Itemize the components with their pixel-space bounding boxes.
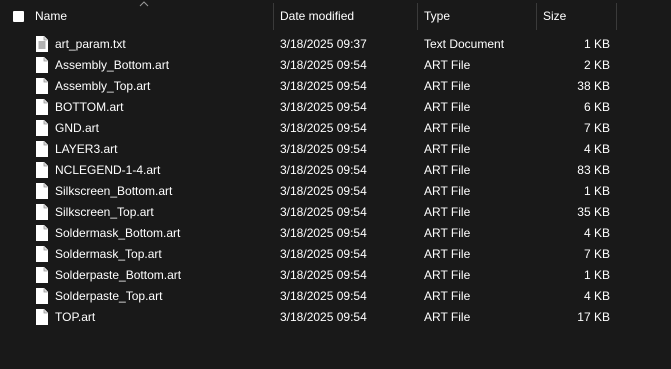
column-header-date-modified[interactable]: Date modified [280, 3, 417, 30]
file-row[interactable]: Assembly_Bottom.art 3/18/2025 09:54 ART Fi… [0, 55, 671, 76]
column-divider[interactable] [273, 3, 274, 30]
file-type: Text Document [424, 37, 505, 51]
file-date-modified: 3/18/2025 09:54 [280, 79, 367, 93]
file-row[interactable]: Solderpaste_Top.art 3/18/2025 09:54 ART Fi… [0, 286, 671, 307]
file-type: ART File [424, 121, 471, 135]
file-name: GND.art [55, 121, 100, 135]
file-date-modified: 3/18/2025 09:54 [280, 163, 367, 177]
column-divider[interactable] [616, 3, 617, 30]
file-type: ART File [424, 268, 471, 282]
file-icon [36, 183, 48, 199]
file-size: 1 KB [583, 37, 610, 51]
column-header-name[interactable]: Name [35, 3, 273, 30]
file-size: 6 KB [583, 100, 610, 114]
column-header-row: Name Date modified Type Size [0, 3, 671, 30]
file-name: Soldermask_Bottom.art [55, 226, 181, 240]
file-size: 1 KB [583, 184, 610, 198]
file-type: ART File [424, 79, 471, 93]
file-date-modified: 3/18/2025 09:37 [280, 37, 367, 51]
file-type: ART File [424, 205, 471, 219]
file-date-modified: 3/18/2025 09:54 [280, 121, 367, 135]
file-icon [36, 309, 48, 325]
file-size: 7 KB [583, 247, 610, 261]
file-type: ART File [424, 184, 471, 198]
column-divider[interactable] [536, 3, 537, 30]
file-row[interactable]: Soldermask_Top.art 3/18/2025 09:54 ART Fil… [0, 244, 671, 265]
file-size: 35 KB [577, 205, 610, 219]
file-name: NCLEGEND-1-4.art [55, 163, 161, 177]
file-type: ART File [424, 142, 471, 156]
file-date-modified: 3/18/2025 09:54 [280, 310, 367, 324]
file-type: ART File [424, 100, 471, 114]
file-row[interactable]: Assembly_Top.art 3/18/2025 09:54 ART File 3… [0, 76, 671, 97]
file-name: BOTTOM.art [55, 100, 124, 114]
file-date-modified: 3/18/2025 09:54 [280, 100, 367, 114]
file-icon [36, 288, 48, 304]
file-row[interactable]: NCLEGEND-1-4.art 3/18/2025 09:54 ART File 8… [0, 160, 671, 181]
file-size: 4 KB [583, 226, 610, 240]
file-name: Solderpaste_Top.art [55, 289, 163, 303]
file-size: 38 KB [577, 79, 610, 93]
file-type: ART File [424, 310, 471, 324]
file-date-modified: 3/18/2025 09:54 [280, 268, 367, 282]
file-size: 7 KB [583, 121, 610, 135]
file-row[interactable]: Silkscreen_Top.art 3/18/2025 09:54 ART Fil… [0, 202, 671, 223]
file-name: art_param.txt [55, 37, 126, 51]
file-icon [36, 246, 48, 262]
file-icon [36, 225, 48, 241]
file-size: 1 KB [583, 268, 610, 282]
file-row[interactable]: TOP.art 3/18/2025 09:54 ART File 17 KB [0, 307, 671, 328]
file-icon [36, 57, 48, 73]
file-date-modified: 3/18/2025 09:54 [280, 58, 367, 72]
file-row[interactable]: Solderpaste_Bottom.art 3/18/2025 09:54 ART… [0, 265, 671, 286]
file-date-modified: 3/18/2025 09:54 [280, 205, 367, 219]
file-size: 2 KB [583, 58, 610, 72]
file-size: 4 KB [583, 289, 610, 303]
file-icon [36, 141, 48, 157]
file-date-modified: 3/18/2025 09:54 [280, 184, 367, 198]
text-document-icon [36, 36, 48, 52]
file-name: Soldermask_Top.art [55, 247, 162, 261]
file-row[interactable]: LAYER3.art 3/18/2025 09:54 ART File 4 KB [0, 139, 671, 160]
file-name: Silkscreen_Bottom.art [55, 184, 173, 198]
file-row[interactable]: art_param.txt 3/18/2025 09:37 Text Documen… [0, 34, 671, 55]
file-size: 4 KB [583, 142, 610, 156]
file-size: 17 KB [577, 310, 610, 324]
file-row[interactable]: BOTTOM.art 3/18/2025 09:54 ART File 6 KB [0, 97, 671, 118]
file-row[interactable]: GND.art 3/18/2025 09:54 ART File 7 KB [0, 118, 671, 139]
file-row[interactable]: Soldermask_Bottom.art 3/18/2025 09:54 ART … [0, 223, 671, 244]
file-name: TOP.art [55, 310, 96, 324]
column-divider[interactable] [417, 3, 418, 30]
file-date-modified: 3/18/2025 09:54 [280, 289, 367, 303]
file-date-modified: 3/18/2025 09:54 [280, 226, 367, 240]
column-header-type[interactable]: Type [424, 3, 536, 30]
file-icon [36, 78, 48, 94]
file-type: ART File [424, 163, 471, 177]
file-name: Solderpaste_Bottom.art [55, 268, 182, 282]
file-name: Assembly_Top.art [55, 79, 151, 93]
file-date-modified: 3/18/2025 09:54 [280, 247, 367, 261]
file-name: Silkscreen_Top.art [55, 205, 154, 219]
file-icon [36, 204, 48, 220]
file-type: ART File [424, 58, 471, 72]
file-type: ART File [424, 289, 471, 303]
file-size: 83 KB [577, 163, 610, 177]
file-row[interactable]: Silkscreen_Bottom.art 3/18/2025 09:54 ART … [0, 181, 671, 202]
select-all-checkbox[interactable] [13, 11, 24, 22]
file-icon [36, 162, 48, 178]
file-date-modified: 3/18/2025 09:54 [280, 142, 367, 156]
file-type: ART File [424, 247, 471, 261]
file-icon [36, 267, 48, 283]
column-header-size[interactable]: Size [543, 3, 616, 30]
file-icon [36, 99, 48, 115]
file-icon [36, 120, 48, 136]
file-type: ART File [424, 226, 471, 240]
file-name: Assembly_Bottom.art [55, 58, 170, 72]
file-name: LAYER3.art [55, 142, 118, 156]
file-explorer-details-view: Name Date modified Type Size art_param.t… [0, 0, 671, 369]
file-list: art_param.txt 3/18/2025 09:37 Text Documen… [0, 34, 671, 328]
